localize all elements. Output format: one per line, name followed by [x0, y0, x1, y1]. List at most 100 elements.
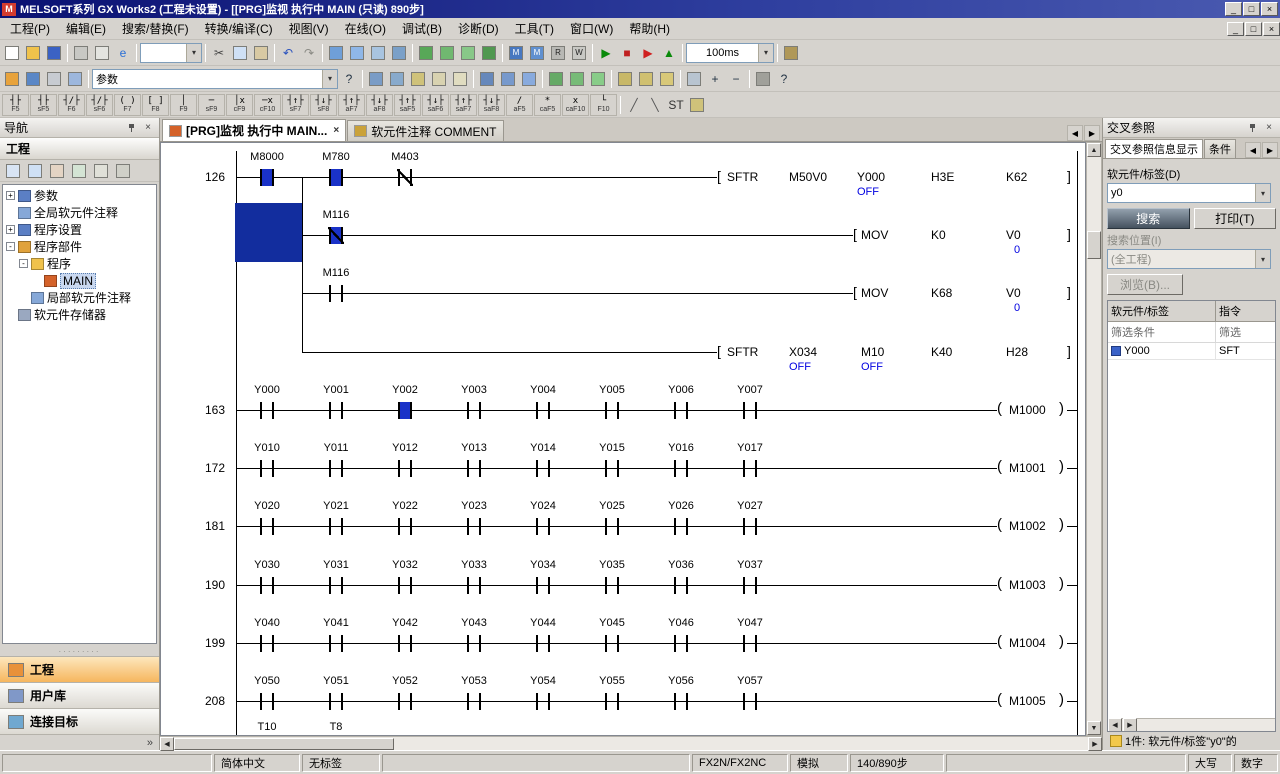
- contact-bar[interactable]: [605, 460, 607, 477]
- coil-button[interactable]: ( )F7: [114, 94, 141, 116]
- contact-bar[interactable]: [674, 402, 676, 419]
- menu-window[interactable]: 窗口(W): [562, 18, 621, 39]
- browse-button[interactable]: 浏览(B)...: [1107, 274, 1183, 295]
- options-icon[interactable]: [753, 69, 773, 89]
- nav-button-user-library[interactable]: 用户库: [0, 682, 159, 708]
- falling-pulse-button[interactable]: ┤↓├sF8: [310, 94, 337, 116]
- navigation-window-icon[interactable]: [2, 69, 22, 89]
- falling-pulse-close-or-button[interactable]: ┤↓├saF8: [478, 94, 505, 116]
- contact-bar[interactable]: [686, 460, 688, 477]
- vertical-scroll-thumb[interactable]: [1087, 231, 1101, 259]
- editor-tab-prg-monitor-main[interactable]: [PRG]监视 执行中 MAIN...×: [162, 119, 346, 141]
- new-project-icon[interactable]: [2, 43, 22, 63]
- contact-bar[interactable]: [329, 460, 331, 477]
- delete-horizontal-line-button[interactable]: ─xcF10: [254, 94, 281, 116]
- falling-pulse-close-button[interactable]: ┤↓├saF6: [422, 94, 449, 116]
- scroll-left-icon[interactable]: ◀: [160, 737, 174, 751]
- note-icon[interactable]: [450, 69, 470, 89]
- menu-online[interactable]: 在线(O): [337, 18, 394, 39]
- xref-column-header[interactable]: 指令: [1216, 301, 1276, 322]
- contact-bar[interactable]: [329, 577, 331, 594]
- xref-table-row[interactable]: Y000SFT: [1108, 343, 1275, 360]
- tab-xref-info[interactable]: 交叉参照信息显示: [1105, 139, 1203, 158]
- edit-line-icon[interactable]: ╱: [624, 95, 644, 115]
- read-mode-icon[interactable]: R: [548, 43, 568, 63]
- tab-scroll-right-icon[interactable]: ▶: [1084, 125, 1100, 141]
- contact-bar[interactable]: [755, 460, 757, 477]
- minimize-button[interactable]: _: [1227, 22, 1244, 36]
- scan-time-combo-arrow-icon[interactable]: ▾: [758, 44, 773, 62]
- contact-bar[interactable]: [398, 402, 400, 419]
- contact-bar[interactable]: [479, 635, 481, 652]
- contact-bar[interactable]: [536, 460, 538, 477]
- print-icon[interactable]: [71, 43, 91, 63]
- melsoft-e-icon[interactable]: e: [113, 43, 133, 63]
- contact-bar[interactable]: [341, 693, 343, 710]
- scan-time-combo[interactable]: 100ms▾: [686, 43, 774, 63]
- scroll-up-icon[interactable]: ▲: [1087, 143, 1101, 157]
- contact-bar[interactable]: [743, 693, 745, 710]
- contact-bar[interactable]: [410, 518, 412, 535]
- contact-bar[interactable]: [755, 693, 757, 710]
- contact-bar[interactable]: [329, 693, 331, 710]
- simulation-start-icon[interactable]: ▶: [638, 43, 658, 63]
- contact-bar[interactable]: [674, 635, 676, 652]
- xref-hscrollbar[interactable]: ◀ ▶: [1108, 718, 1275, 731]
- contact-bar[interactable]: [272, 169, 274, 186]
- print-button[interactable]: 打印(T): [1194, 208, 1277, 229]
- menu-help[interactable]: 帮助(H): [621, 18, 678, 39]
- write-to-plc-icon[interactable]: [326, 43, 346, 63]
- xref-filter-cell[interactable]: 筛选条件: [1108, 322, 1216, 343]
- ladder-cursor[interactable]: [235, 203, 302, 262]
- contact-bar[interactable]: [605, 693, 607, 710]
- contact-bar[interactable]: [467, 460, 469, 477]
- output-window-icon[interactable]: [44, 69, 64, 89]
- xref-tab-scroll-left-icon[interactable]: ◀: [1245, 142, 1261, 158]
- close-icon[interactable]: ×: [141, 121, 155, 135]
- contact-bar[interactable]: [617, 518, 619, 535]
- nav-drag-handle[interactable]: ·········: [0, 646, 159, 656]
- rising-pulse-button[interactable]: ┤↑├sF7: [282, 94, 309, 116]
- tab-condition[interactable]: 条件: [1204, 139, 1236, 158]
- contact-bar[interactable]: [329, 285, 331, 302]
- contact-bar[interactable]: [743, 577, 745, 594]
- contact-bar[interactable]: [260, 693, 262, 710]
- scroll-right-icon[interactable]: ▶: [1088, 737, 1102, 751]
- contact-bar[interactable]: [743, 635, 745, 652]
- buffer-memory-monitor-icon[interactable]: [458, 43, 478, 63]
- contact-bar[interactable]: [260, 169, 262, 186]
- tree-item-parameter[interactable]: +参数: [3, 187, 156, 204]
- vertical-line-button[interactable]: │F9: [170, 94, 197, 116]
- contact-bar[interactable]: [398, 635, 400, 652]
- tree-item-main[interactable]: MAIN: [3, 272, 156, 289]
- contact-bar[interactable]: [743, 460, 745, 477]
- search-location-combo[interactable]: (全工程) ▾: [1107, 249, 1271, 269]
- tab-close-icon[interactable]: ×: [333, 125, 339, 136]
- contact-bar[interactable]: [605, 635, 607, 652]
- contact-bar[interactable]: [329, 169, 331, 186]
- contact-bar[interactable]: [479, 693, 481, 710]
- window-select-combo-arrow-icon[interactable]: ▾: [322, 70, 337, 88]
- contact-bar[interactable]: [617, 577, 619, 594]
- contact-bar[interactable]: [410, 577, 412, 594]
- cut-icon[interactable]: ✂: [209, 43, 229, 63]
- tree-item-device-memory[interactable]: 软元件存储器: [3, 306, 156, 323]
- contact-bar[interactable]: [272, 635, 274, 652]
- menu-debug[interactable]: 调试(B): [394, 18, 450, 39]
- contact-bar[interactable]: [686, 402, 688, 419]
- verify-with-plc-icon[interactable]: [368, 43, 388, 63]
- network-parameter-icon[interactable]: [519, 69, 539, 89]
- contact-bar[interactable]: [272, 693, 274, 710]
- print-preview-icon[interactable]: [92, 43, 112, 63]
- convert-pulse-button[interactable]: *caF5: [534, 94, 561, 116]
- contact-bar[interactable]: [479, 577, 481, 594]
- tree-item-pou[interactable]: -程序部件: [3, 238, 156, 255]
- contact-bar[interactable]: [755, 577, 757, 594]
- contact-bar[interactable]: [536, 577, 538, 594]
- delete-vertical-line-button[interactable]: │xcF9: [226, 94, 253, 116]
- menu-edit[interactable]: 编辑(E): [58, 18, 114, 39]
- close-button[interactable]: ×: [1261, 2, 1278, 16]
- nav-new-icon[interactable]: [3, 161, 23, 181]
- xref-column-header[interactable]: 软元件/标签: [1108, 301, 1216, 322]
- invert-result-button[interactable]: /aF5: [506, 94, 533, 116]
